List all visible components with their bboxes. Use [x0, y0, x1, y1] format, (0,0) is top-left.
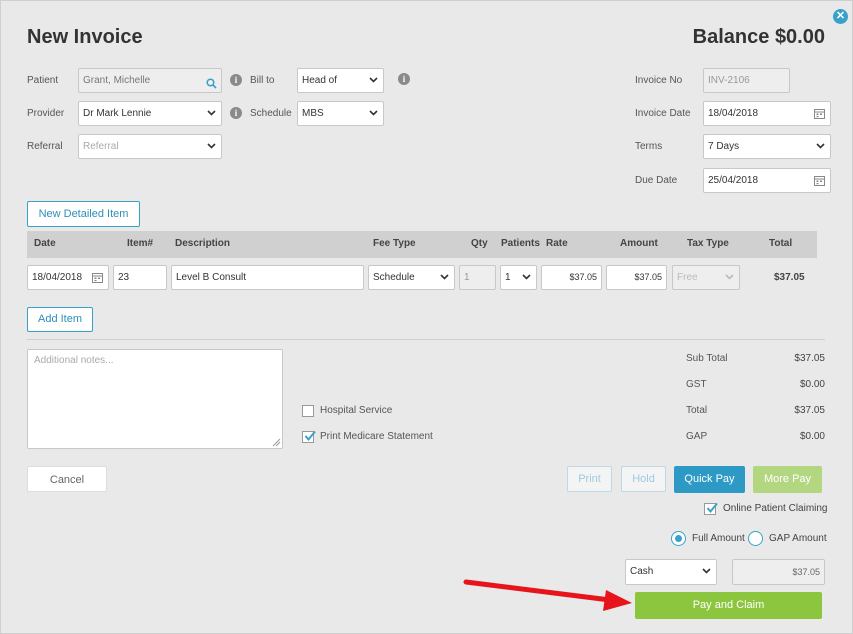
rate-field[interactable]: $37.05	[541, 265, 602, 290]
annotation-arrow-icon	[463, 579, 632, 611]
full-amount-label: Full Amount	[692, 533, 745, 544]
column-header: Date	[34, 238, 56, 249]
chevron-down-icon	[702, 560, 711, 574]
provider-select[interactable]: Dr Mark Lennie	[78, 101, 222, 126]
notes-textarea[interactable]: Additional notes...	[27, 349, 283, 449]
online-claiming-checkbox[interactable]	[704, 502, 718, 515]
print-medicare-label: Print Medicare Statement	[320, 431, 433, 442]
fee-type-value: Schedule	[373, 272, 415, 283]
check-icon	[304, 430, 316, 442]
resize-handle-icon[interactable]	[272, 438, 281, 450]
column-header: Fee Type	[373, 238, 416, 249]
gst-value: $0.00	[799, 379, 825, 390]
pay-amount-field: $37.05	[732, 559, 825, 585]
invoice-date-label: Invoice Date	[635, 108, 691, 119]
invoice-date-value: 18/04/2018	[708, 108, 759, 119]
more-pay-button[interactable]: More Pay	[753, 466, 822, 493]
column-header: Item#	[127, 238, 154, 249]
search-icon[interactable]	[206, 75, 217, 92]
chevron-down-icon	[207, 135, 216, 149]
total-value: $37.05	[794, 405, 825, 416]
cancel-button[interactable]: Cancel	[27, 466, 107, 492]
gap-amount-label: GAP Amount	[769, 533, 827, 544]
schedule-select[interactable]: MBS	[297, 101, 384, 126]
invoice-no-field: INV-2106	[703, 68, 790, 93]
provider-value: Dr Mark Lennie	[83, 108, 152, 119]
chevron-down-icon	[369, 69, 378, 83]
quick-pay-button[interactable]: Quick Pay	[674, 466, 745, 493]
column-header: Tax Type	[687, 238, 729, 249]
column-header: Rate	[546, 238, 568, 249]
bill-to-label: Bill to	[250, 75, 275, 86]
patient-field[interactable]: Grant, Michelle	[78, 68, 222, 93]
chevron-down-icon	[369, 102, 378, 116]
pay-and-claim-button[interactable]: Pay and Claim	[635, 592, 822, 619]
add-item-button[interactable]: Add Item	[27, 307, 93, 332]
column-header: Description	[175, 238, 231, 249]
row-total: $37.05	[774, 272, 805, 283]
referral-label: Referral	[27, 141, 63, 152]
close-icon[interactable]: ✕	[833, 9, 848, 24]
chevron-down-icon	[522, 266, 531, 280]
print-button[interactable]: Print	[567, 466, 612, 492]
hospital-service-checkbox[interactable]	[302, 405, 314, 417]
due-date-value: 25/04/2018	[708, 175, 759, 186]
schedule-label: Schedule	[250, 108, 292, 119]
column-header: Amount	[620, 238, 658, 249]
amount-field[interactable]: $37.05	[606, 265, 667, 290]
gst-label: GST	[686, 379, 707, 390]
online-claiming-label: Online Patient Claiming	[723, 503, 828, 514]
schedule-value: MBS	[302, 108, 324, 119]
gap-amount-radio[interactable]	[748, 531, 763, 546]
item-date-field[interactable]: 18/04/2018	[27, 265, 109, 290]
hold-button[interactable]: Hold	[621, 466, 666, 492]
divider	[27, 339, 825, 340]
page-title: New Invoice	[27, 26, 143, 48]
terms-label: Terms	[635, 141, 663, 152]
balance-display: Balance $0.00	[692, 26, 825, 48]
gap-value: $0.00	[799, 431, 825, 442]
item-number-field[interactable]: 23	[113, 265, 167, 290]
due-date-field[interactable]: 25/04/2018	[703, 168, 831, 193]
invoice-no-label: Invoice No	[635, 75, 683, 86]
patients-value: 1	[505, 272, 511, 283]
item-date-value: 18/04/2018	[32, 272, 83, 283]
patients-select[interactable]: 1	[500, 265, 537, 290]
check-icon	[706, 502, 718, 514]
tax-type-value: Free	[677, 272, 698, 283]
referral-select[interactable]: Referral	[78, 134, 222, 159]
terms-select[interactable]: 7 Days	[703, 134, 831, 159]
print-medicare-checkbox[interactable]	[302, 430, 316, 443]
full-amount-radio[interactable]	[671, 531, 686, 546]
column-header: Total	[769, 238, 793, 249]
new-detailed-item-button[interactable]: New Detailed Item	[27, 201, 140, 227]
referral-placeholder: Referral	[83, 141, 119, 152]
hospital-service-label: Hospital Service	[320, 405, 393, 416]
chevron-down-icon	[725, 266, 734, 280]
chevron-down-icon	[440, 266, 449, 280]
info-icon[interactable]: i	[230, 107, 242, 119]
due-date-label: Due Date	[635, 175, 678, 186]
bill-to-value: Head of	[302, 75, 338, 86]
fee-type-select[interactable]: Schedule	[368, 265, 455, 290]
terms-value: 7 Days	[708, 141, 740, 152]
qty-field: 1	[459, 265, 496, 290]
description-field[interactable]: Level B Consult	[171, 265, 364, 290]
provider-label: Provider	[27, 108, 65, 119]
sub-total-label: Sub Total	[686, 353, 728, 364]
chevron-down-icon	[207, 102, 216, 116]
info-icon[interactable]: i	[398, 73, 410, 85]
patient-label: Patient	[27, 75, 59, 86]
patient-value: Grant, Michelle	[83, 75, 151, 86]
total-label: Total	[686, 405, 708, 416]
chevron-down-icon	[816, 135, 825, 149]
invoice-date-field[interactable]: 18/04/2018	[703, 101, 831, 126]
sub-total-value: $37.05	[794, 353, 825, 364]
column-header: Patients	[501, 238, 540, 249]
gap-label: GAP	[686, 431, 708, 442]
tax-type-select: Free	[672, 265, 740, 290]
bill-to-select[interactable]: Head of	[297, 68, 384, 93]
column-header: Qty	[471, 238, 488, 249]
info-icon[interactable]: i	[230, 74, 242, 86]
